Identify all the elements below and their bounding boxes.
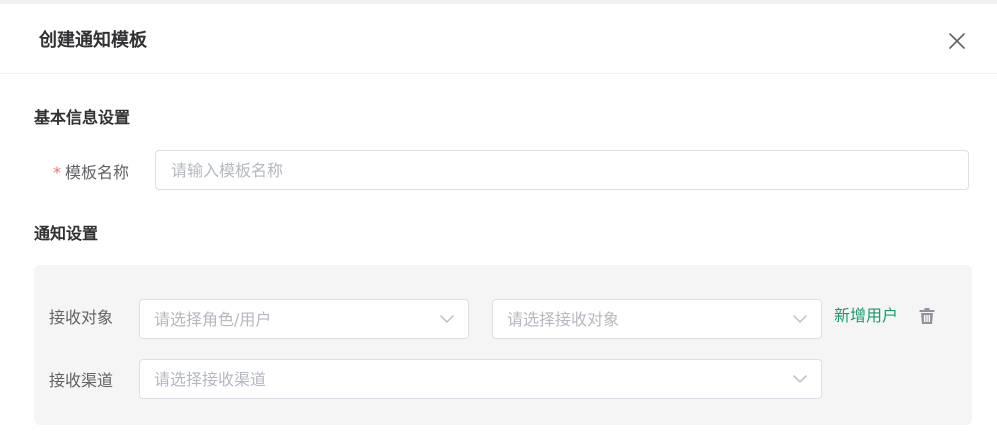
chevron-down-icon [793, 375, 807, 383]
receiver-label: 接收对象 [49, 308, 114, 327]
template-name-label: * 模板名称 [53, 162, 129, 184]
chevron-down-icon [793, 315, 807, 323]
template-name-label-text: 模板名称 [65, 163, 130, 182]
role-user-select[interactable]: 请选择角色/用户 [139, 299, 469, 339]
template-name-input[interactable] [155, 150, 969, 190]
add-user-button[interactable]: 新增用户 [834, 305, 898, 327]
delete-receiver-button[interactable] [918, 307, 936, 325]
notify-section-title: 通知设置 [34, 224, 99, 243]
channel-label: 接收渠道 [49, 371, 114, 390]
channel-select-placeholder: 请选择接收渠道 [154, 370, 267, 389]
chevron-down-icon [440, 315, 454, 323]
receiver-target-select[interactable]: 请选择接收对象 [492, 299, 822, 339]
required-mark: * [53, 163, 61, 182]
create-template-dialog: 创建通知模板 基本信息设置 *模板名称 通知设置 接收对象 请选择角色/用户 请… [0, 0, 997, 438]
close-icon [949, 33, 965, 49]
dialog-header: 创建通知模板 [0, 4, 997, 74]
close-button[interactable] [946, 30, 968, 52]
dialog-title: 创建通知模板 [39, 30, 147, 51]
notify-settings-panel [34, 265, 972, 425]
trash-icon [919, 308, 935, 324]
basic-info-section-title: 基本信息设置 [34, 108, 131, 127]
channel-select[interactable]: 请选择接收渠道 [139, 359, 822, 399]
receiver-target-select-placeholder: 请选择接收对象 [507, 310, 620, 329]
role-user-select-placeholder: 请选择角色/用户 [154, 310, 272, 329]
